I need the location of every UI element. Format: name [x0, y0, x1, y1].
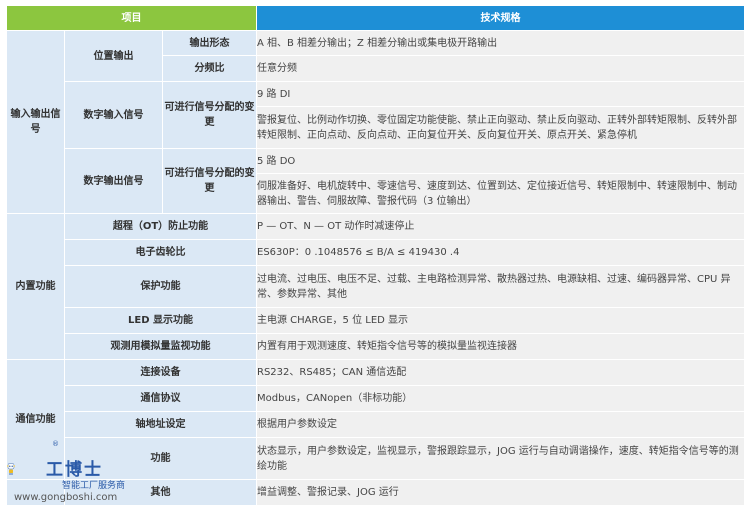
robot-mascot-icon: [7, 463, 15, 475]
row-label-output-form: 输出形态: [162, 30, 257, 56]
row-value-di-assign: 警报复位、比例动作切换、零位固定功能使能、禁止正向驱动、禁止反向驱动、正转外部转…: [256, 106, 745, 149]
table-row: 通信协议 Modbus，CANopen（非标功能）: [7, 385, 745, 412]
table-row: 内置功能 超程（OT）防止功能 P — OT、N — OT 动作时减速停止: [6, 213, 745, 360]
table-row: 功能 状态显示，用户参数设定，监视显示，警报跟踪显示，JOG 运行与自动调谐操作…: [7, 437, 745, 480]
row-label-connection: 连接设备: [64, 359, 257, 386]
group-input-output: 输入输出信号: [6, 30, 65, 214]
row-value-monitor: 内置有用于观测速度、转矩指令信号等的模拟量监视连接器: [256, 333, 745, 360]
row-value-other: 增益调整、警报记录、JOG 运行: [256, 479, 745, 506]
row-value-do-assign: 伺服准备好、电机旋转中、零速信号、速度到达、位置到达、定位接近信号、转矩限制中、…: [256, 173, 745, 214]
row-label-position-output: 位置输出: [64, 30, 163, 82]
header-spec: 技术规格: [256, 5, 745, 31]
row-label-protection: 保护功能: [64, 265, 257, 308]
row-value-gear-ratio: ES630P：0 .1048576 ≤ B/A ≤ 419430 .4: [256, 239, 745, 266]
row-value-di-count: 9 路 DI: [256, 81, 745, 107]
table-row: 通信功能 连接设备 RS232、RS485；CAN 通信选配: [6, 359, 745, 480]
row-value-output-form: A 相、B 相差分输出；Z 相差分输出或集电极开路输出: [256, 30, 745, 56]
row-value-connection: RS232、RS485；CAN 通信选配: [256, 359, 745, 386]
row-value-protection: 过电流、过电压、电压不足、过载、主电路检测异常、散热器过热、电源缺相、过速、编码…: [256, 265, 745, 308]
table-row: 电子齿轮比 ES630P：0 .1048576 ≤ B/A ≤ 419430 .…: [7, 239, 745, 266]
table-row: 数字输出信号 可进行信号分配的变更 5 路 DO: [7, 148, 745, 214]
row-label-axis-address: 轴地址设定: [64, 411, 257, 438]
row-label-division-ratio: 分频比: [162, 55, 257, 82]
spec-table: 项目 技术规格 输入输出信号 位置输出 输出形态 A 相、B 相差分输出；Z 相…: [6, 5, 745, 506]
table-row: 观测用模拟量监视功能 内置有用于观测速度、转矩指令信号等的模拟量监视连接器: [7, 333, 745, 360]
table-row: 轴地址设定 根据用户参数设定: [7, 411, 745, 438]
row-value-division-ratio: 任意分频: [256, 55, 745, 82]
row-label-digital-output: 数字输出信号: [64, 148, 163, 214]
row-value-led: 主电源 CHARGE，5 位 LED 显示: [256, 307, 745, 334]
registered-mark: ®: [52, 440, 59, 448]
group-builtin: 内置功能: [6, 213, 65, 360]
row-value-do-count: 5 路 DO: [256, 148, 745, 174]
row-label-led: LED 显示功能: [64, 307, 257, 334]
table-header: 项目 技术规格: [6, 5, 745, 31]
table-row: LED 显示功能 主电源 CHARGE，5 位 LED 显示: [7, 307, 745, 334]
brand-logo-text: 工博士: [46, 460, 103, 480]
row-value-overtravel: P — OT、N — OT 动作时减速停止: [256, 213, 745, 240]
row-value-protocol: Modbus，CANopen（非标功能）: [256, 385, 745, 412]
row-label-overtravel: 超程（OT）防止功能: [64, 213, 257, 240]
row-label-digital-input: 数字输入信号: [64, 81, 163, 149]
row-label-monitor: 观测用模拟量监视功能: [64, 333, 257, 360]
table-row: 输入输出信号 位置输出 输出形态 A 相、B 相差分输出；Z 相差分输出或集电极…: [6, 30, 745, 214]
brand-url: www.gongboshi.com: [14, 492, 118, 503]
row-label-di-assign: 可进行信号分配的变更: [162, 81, 257, 149]
header-item: 项目: [6, 5, 257, 31]
row-value-axis-address: 根据用户参数设定: [256, 411, 745, 438]
row-label-protocol: 通信协议: [64, 385, 257, 412]
table-row: 数字输入信号 可进行信号分配的变更 9 路 DI: [7, 81, 745, 149]
row-label-do-assign: 可进行信号分配的变更: [162, 148, 257, 214]
row-label-gear-ratio: 电子齿轮比: [64, 239, 257, 266]
brand-tagline: 智能工厂服务商: [62, 481, 126, 491]
table-row: 保护功能 过电流、过电压、电压不足、过载、主电路检测异常、散热器过热、电源缺相、…: [7, 265, 745, 308]
row-value-function: 状态显示，用户参数设定，监视显示，警报跟踪显示，JOG 运行与自动调谐操作，速度…: [256, 437, 745, 480]
